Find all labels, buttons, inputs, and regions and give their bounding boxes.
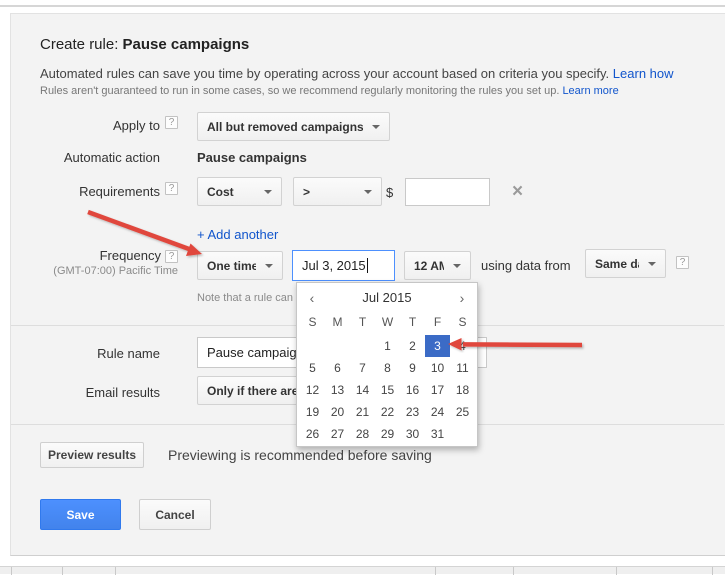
calendar-day[interactable]: 2 — [400, 335, 425, 357]
help-icon[interactable]: ? — [676, 256, 689, 269]
calendar-day[interactable]: 11 — [450, 357, 475, 379]
calendar-day[interactable]: 1 — [375, 335, 400, 357]
automatic-action-value: Pause campaigns — [197, 150, 307, 165]
calendar-day[interactable]: 20 — [325, 401, 350, 423]
calendar-day[interactable]: 16 — [400, 379, 425, 401]
calendar-day[interactable]: 17 — [425, 379, 450, 401]
results-table-header-strip — [0, 566, 725, 575]
calendar-day[interactable]: 14 — [350, 379, 375, 401]
date-picker-popup: ‹ Jul 2015 › SMTWTFS 1 2 3 4 5 6 7 8 9 10 11 12 13 14… — [296, 282, 478, 447]
calendar-weekday: W — [381, 315, 394, 329]
cancel-button[interactable]: Cancel — [139, 499, 211, 530]
calendar-day[interactable]: 26 — [300, 423, 325, 445]
calendar-day[interactable]: 12 — [300, 379, 325, 401]
automatic-action-label: Automatic action — [63, 150, 160, 165]
calendar-day[interactable]: 23 — [400, 401, 425, 423]
calendar-day[interactable]: 8 — [375, 357, 400, 379]
preview-results-button[interactable]: Preview results — [40, 442, 144, 468]
help-icon[interactable]: ? — [165, 116, 178, 129]
email-results-label: Email results — [85, 385, 160, 400]
calendar-weekday: M — [332, 315, 343, 329]
requirement-operator-dropdown[interactable]: > — [293, 177, 382, 206]
calendar-day[interactable]: 25 — [450, 401, 475, 423]
page-title: Create rule: Pause campaigns — [40, 36, 249, 53]
calendar-day[interactable]: 7 — [350, 357, 375, 379]
calendar-weekday: T — [408, 315, 417, 329]
chevron-down-icon — [264, 189, 272, 194]
calendar-day[interactable]: 5 — [300, 357, 325, 379]
calendar-day[interactable]: 22 — [375, 401, 400, 423]
apply-to-label: Apply to — [113, 118, 160, 133]
calendar-day[interactable]: 30 — [400, 423, 425, 445]
calendar-month-label: Jul 2015 — [362, 290, 412, 305]
chevron-down-icon — [364, 189, 372, 194]
close-icon[interactable]: × — [512, 182, 523, 201]
calendar-next-button[interactable]: › — [454, 290, 470, 306]
page-title-rule-type: Pause campaigns — [122, 36, 250, 53]
chevron-down-icon — [453, 263, 461, 268]
calendar-day[interactable]: 15 — [375, 379, 400, 401]
text-caret — [366, 258, 368, 273]
calendar-day-selected[interactable]: 3 — [425, 335, 450, 357]
calendar-weekday: F — [433, 315, 442, 329]
preview-note: Previewing is recommended before saving — [168, 447, 432, 463]
chevron-down-icon — [372, 124, 380, 129]
calendar-day[interactable]: 6 — [325, 357, 350, 379]
frequency-timezone: (GMT-07:00) Pacific Time — [53, 265, 178, 277]
calendar-day — [325, 335, 350, 357]
save-button[interactable]: Save — [40, 499, 121, 530]
calendar-day[interactable]: 19 — [300, 401, 325, 423]
calendar-day[interactable]: 21 — [350, 401, 375, 423]
calendar-day[interactable]: 18 — [450, 379, 475, 401]
calendar-day[interactable]: 29 — [375, 423, 400, 445]
calendar-day — [450, 423, 475, 445]
frequency-interval-dropdown[interactable]: One time — [197, 251, 283, 280]
frequency-label: Frequency — [99, 248, 161, 263]
calendar-day[interactable]: 4 — [450, 335, 475, 357]
frequency-date-input[interactable]: Jul 3, 2015 — [292, 250, 395, 281]
requirement-amount-input[interactable] — [405, 178, 490, 206]
calendar-day-grid: 1 2 3 4 5 6 7 8 9 10 11 12 13 14 15 16 17 18 19 20 21 22 23 24 2… — [300, 335, 475, 445]
calendar-day[interactable]: 24 — [425, 401, 450, 423]
requirements-label: Requirements — [79, 184, 160, 199]
calendar-day — [350, 335, 375, 357]
rule-name-label: Rule name — [97, 346, 160, 361]
intro-text: Automated rules can save you time by ope… — [40, 66, 674, 81]
calendar-day[interactable]: 27 — [325, 423, 350, 445]
calendar-day — [300, 335, 325, 357]
calendar-weekday: S — [458, 315, 467, 329]
chevron-down-icon — [648, 261, 656, 266]
calendar-day[interactable]: 10 — [425, 357, 450, 379]
frequency-time-dropdown[interactable]: 12 AM — [404, 251, 471, 280]
help-icon[interactable]: ? — [165, 182, 178, 195]
currency-symbol: $ — [386, 185, 394, 200]
data-range-dropdown[interactable]: Same day — [585, 249, 666, 278]
calendar-header: ‹ Jul 2015 › — [297, 290, 477, 308]
learn-more-link[interactable]: Learn more — [562, 85, 618, 97]
calendar-day[interactable]: 9 — [400, 357, 425, 379]
calendar-day[interactable]: 28 — [350, 423, 375, 445]
apply-to-dropdown[interactable]: All but removed campaigns — [197, 112, 390, 141]
learn-how-link[interactable]: Learn how — [613, 66, 674, 81]
chevron-down-icon — [265, 263, 273, 268]
page-title-prefix: Create rule: — [40, 36, 119, 53]
calendar-day[interactable]: 13 — [325, 379, 350, 401]
calendar-day[interactable]: 31 — [425, 423, 450, 445]
calendar-weekday-row: S M TWT F S — [300, 313, 475, 331]
intro-subnote: Rules aren't guaranteed to run in some c… — [40, 85, 619, 97]
calendar-weekday: T — [358, 315, 367, 329]
calendar-weekday: S — [308, 315, 317, 329]
top-divider — [0, 5, 725, 7]
add-another-link[interactable]: + Add another — [197, 227, 278, 242]
frequency-label-block: Frequency? (GMT-07:00) Pacific Time — [0, 248, 178, 277]
requirement-metric-dropdown[interactable]: Cost — [197, 177, 282, 206]
help-icon[interactable]: ? — [165, 250, 178, 263]
using-data-from-label: using data from — [481, 258, 571, 273]
